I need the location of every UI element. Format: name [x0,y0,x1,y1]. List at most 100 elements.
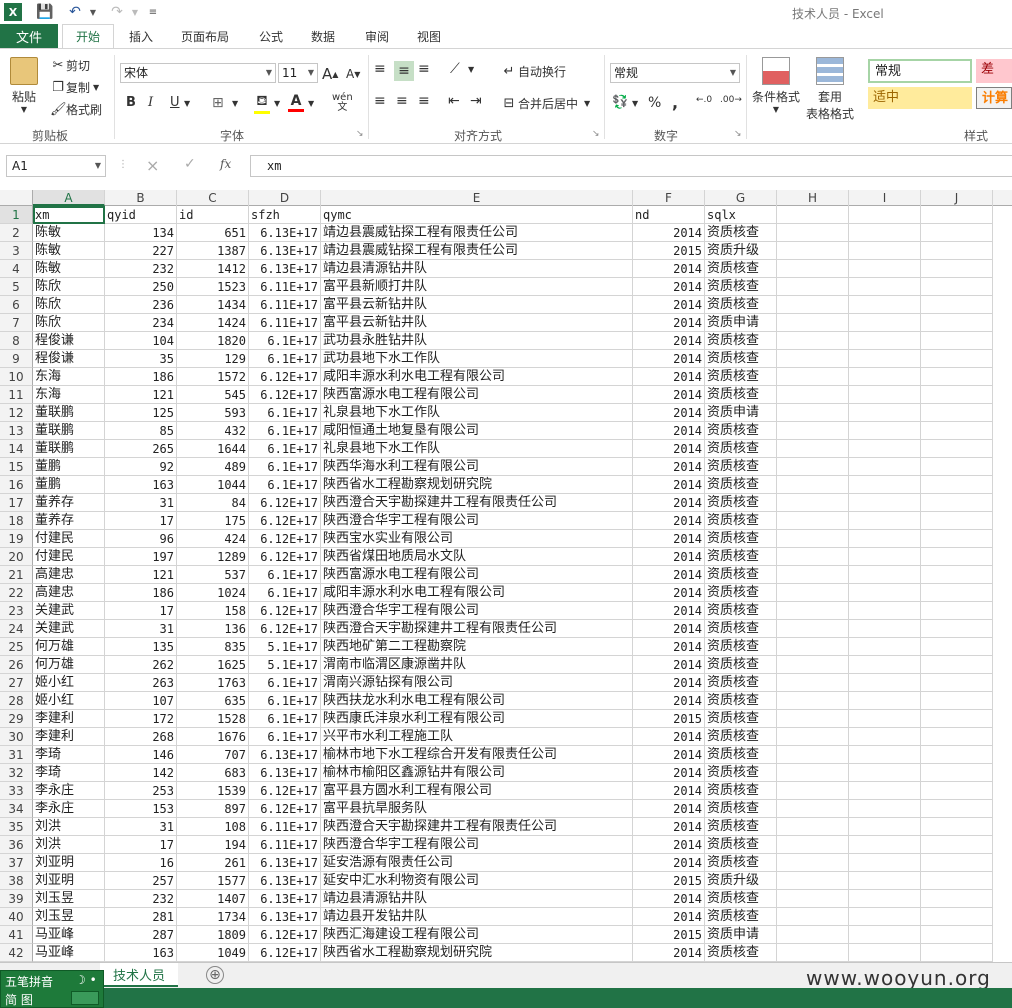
cell-f[interactable]: 2014 [633,548,705,566]
row-header[interactable]: 12 [0,404,33,422]
cell-j[interactable] [921,638,993,656]
cell-f[interactable]: 2015 [633,242,705,260]
cell-i[interactable] [849,548,921,566]
cell-d[interactable]: 6.1E+17 [249,422,321,440]
cell-i[interactable] [849,242,921,260]
cell-d[interactable]: 6.1E+17 [249,728,321,746]
orientation-dropdown-icon[interactable]: ▼ [468,65,474,74]
cell-f[interactable]: 2014 [633,458,705,476]
cell-d[interactable]: 6.12E+17 [249,386,321,404]
cell-h[interactable] [777,242,849,260]
cell-f[interactable]: 2014 [633,944,705,962]
cell-j[interactable] [921,368,993,386]
align-top-button[interactable]: ≡ [374,61,386,77]
cell-c[interactable]: 1539 [177,782,249,800]
cell-b[interactable]: 265 [105,440,177,458]
cell-j[interactable] [921,908,993,926]
cell-i[interactable] [849,296,921,314]
cell-e[interactable]: 榆林市榆阳区鑫源钻井有限公司 [321,764,633,782]
cell-g[interactable]: 资质核查 [705,746,777,764]
cell-b[interactable]: 104 [105,332,177,350]
cell-d[interactable]: 6.12E+17 [249,926,321,944]
cell-f[interactable]: 2014 [633,260,705,278]
row-header[interactable]: 29 [0,710,33,728]
cell-d[interactable]: 6.11E+17 [249,818,321,836]
tab-page-layout[interactable]: 页面布局 [172,24,238,48]
cell-j[interactable] [921,386,993,404]
cell-c[interactable]: 593 [177,404,249,422]
cell-a[interactable]: 董鹏 [33,476,105,494]
cell-b[interactable]: 17 [105,836,177,854]
cell-i[interactable] [849,350,921,368]
cell-b[interactable]: 31 [105,494,177,512]
cancel-icon[interactable]: × [146,156,159,175]
cell-i[interactable] [849,872,921,890]
cell-a[interactable]: 付建民 [33,548,105,566]
cell-a[interactable]: 刘玉昱 [33,908,105,926]
cell-d[interactable]: 6.12E+17 [249,800,321,818]
save-icon[interactable]: 💾 [36,3,54,21]
row-header[interactable]: 7 [0,314,33,332]
row-header[interactable]: 33 [0,782,33,800]
cell-d[interactable]: 6.1E+17 [249,458,321,476]
cell-e[interactable]: 陕西汇海建设工程有限公司 [321,926,633,944]
cell-h[interactable] [777,260,849,278]
cell-e[interactable]: 咸阳丰源水利水电工程有限公司 [321,584,633,602]
row-header[interactable]: 5 [0,278,33,296]
number-dialog-launcher-icon[interactable]: ↘ [734,129,742,139]
cell-d[interactable]: 6.1E+17 [249,584,321,602]
cell-i[interactable] [849,620,921,638]
cell-e[interactable]: 富平县云新钻井队 [321,296,633,314]
increase-decimal-button[interactable]: ←.0 [696,95,712,105]
cell-c[interactable]: 432 [177,422,249,440]
cell-j[interactable] [921,566,993,584]
cell-a[interactable]: 董联鹏 [33,440,105,458]
cell-h[interactable] [777,836,849,854]
cell-d[interactable]: 6.1E+17 [249,566,321,584]
cell-d[interactable]: 6.13E+17 [249,260,321,278]
cell-f[interactable]: 2014 [633,692,705,710]
row-header[interactable]: 22 [0,584,33,602]
cell-b[interactable]: 268 [105,728,177,746]
cell-a[interactable]: 陈敏 [33,260,105,278]
format-as-table-button[interactable]: 套用 表格格式 [806,57,854,122]
cell-a[interactable]: 何万雄 [33,638,105,656]
row-header[interactable]: 38 [0,872,33,890]
cell-e[interactable]: 靖边县清源钻井队 [321,260,633,278]
cell-b[interactable]: 146 [105,746,177,764]
cell-j[interactable] [921,350,993,368]
cell-h[interactable] [777,728,849,746]
cell-g[interactable]: 资质核查 [705,530,777,548]
row-header[interactable]: 34 [0,800,33,818]
confirm-icon[interactable]: ✓ [184,156,196,172]
cell-b[interactable]: 186 [105,584,177,602]
cell-a[interactable]: 马亚峰 [33,944,105,962]
row-header[interactable]: 41 [0,926,33,944]
cell-i[interactable] [849,530,921,548]
cell-i[interactable] [849,656,921,674]
cell-e[interactable]: qymc [321,206,633,224]
cell-d[interactable]: 6.12E+17 [249,944,321,962]
cell-h[interactable] [777,602,849,620]
cell-g[interactable]: 资质核查 [705,422,777,440]
cell-i[interactable] [849,710,921,728]
cell-i[interactable] [849,260,921,278]
paste-button[interactable]: 粘贴 ▼ [10,57,38,114]
cell-g[interactable]: 资质核查 [705,584,777,602]
cell-f[interactable]: 2014 [633,638,705,656]
cell-c[interactable]: 136 [177,620,249,638]
cell-g[interactable]: 资质核查 [705,566,777,584]
cell-d[interactable]: 6.13E+17 [249,890,321,908]
cell-e[interactable]: 陕西澄合天宇勘探建井工程有限责任公司 [321,818,633,836]
cell-b[interactable]: 31 [105,818,177,836]
underline-button[interactable]: U [170,95,180,110]
font-color-button[interactable]: A [288,93,304,112]
cell-e[interactable]: 渭南市临渭区康源凿井队 [321,656,633,674]
cell-h[interactable] [777,458,849,476]
cell-g[interactable]: 资质核查 [705,368,777,386]
row-header[interactable]: 1 [0,206,33,224]
cell-c[interactable]: 1434 [177,296,249,314]
cell-d[interactable]: 6.11E+17 [249,296,321,314]
cell-b[interactable]: 236 [105,296,177,314]
align-bottom-button[interactable]: ≡ [418,61,430,77]
